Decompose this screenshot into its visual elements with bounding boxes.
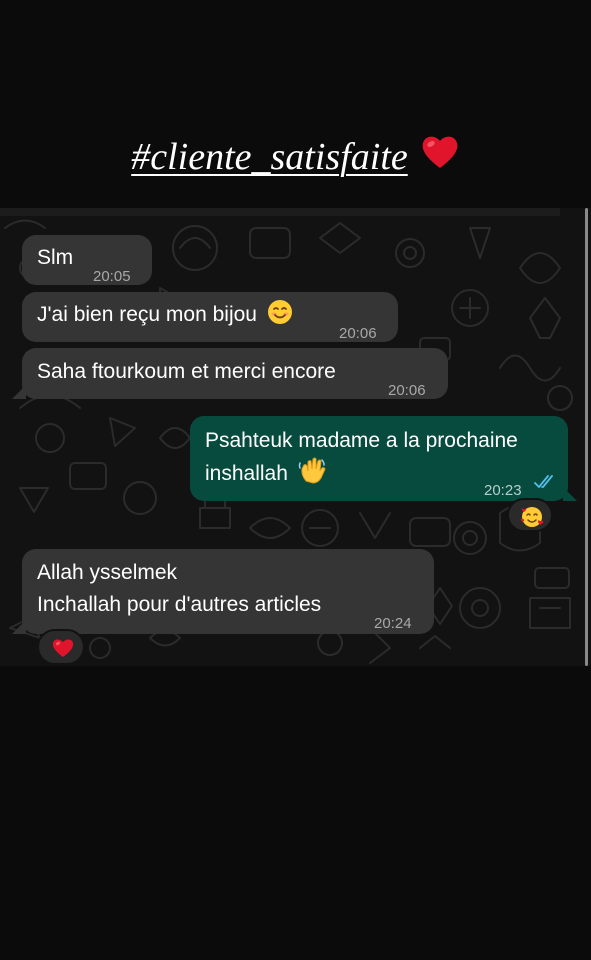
message-line-content: inshallah xyxy=(205,462,288,485)
incoming-message[interactable]: Allah ysselmek Inchallah pour d'autres a… xyxy=(22,549,434,634)
message-reaction[interactable] xyxy=(507,498,553,532)
outgoing-message[interactable]: Psahteuk madame a la prochaine inshallah… xyxy=(190,416,568,501)
incoming-message[interactable]: Saha ftourkoum et merci encore 20:06 xyxy=(22,348,448,399)
message-text-content: J'ai bien reçu mon bijou xyxy=(37,303,257,326)
scrollbar[interactable] xyxy=(585,208,588,666)
smiling-face-emoji xyxy=(267,300,292,324)
message-text: Slm xyxy=(37,246,74,269)
chat-top-edge xyxy=(0,208,560,216)
message-time: 20:06 xyxy=(388,382,426,399)
message-text: Saha ftourkoum et merci encore xyxy=(37,360,336,383)
message-text: J'ai bien reçu mon bijou xyxy=(37,299,293,331)
message-time: 20:24 xyxy=(374,615,412,632)
message-line: Psahteuk madame a la prochaine xyxy=(205,429,518,452)
message-line: inshallah xyxy=(205,457,326,490)
story-caption: #cliente_satisfaite xyxy=(0,132,591,179)
hashtag-text: #cliente_satisfaite xyxy=(131,136,408,178)
read-double-check-icon xyxy=(534,475,553,488)
incoming-message[interactable]: Slm 20:05 xyxy=(22,235,152,285)
red-heart-icon xyxy=(422,136,458,168)
chat-screenshot: Slm 20:05 J'ai bien reçu mon bijou 20:06… xyxy=(0,208,591,666)
message-reaction[interactable] xyxy=(37,629,85,665)
smiling-face-with-hearts-emoji xyxy=(520,507,544,527)
message-time: 20:06 xyxy=(339,325,377,342)
message-line: Inchallah pour d'autres articles xyxy=(37,593,322,616)
message-time: 20:05 xyxy=(93,268,131,285)
waving-hand-emoji xyxy=(298,457,326,484)
message-line: Allah ysselmek xyxy=(37,561,178,584)
red-heart-emoji xyxy=(52,639,74,657)
incoming-message[interactable]: J'ai bien reçu mon bijou 20:06 xyxy=(22,292,398,342)
